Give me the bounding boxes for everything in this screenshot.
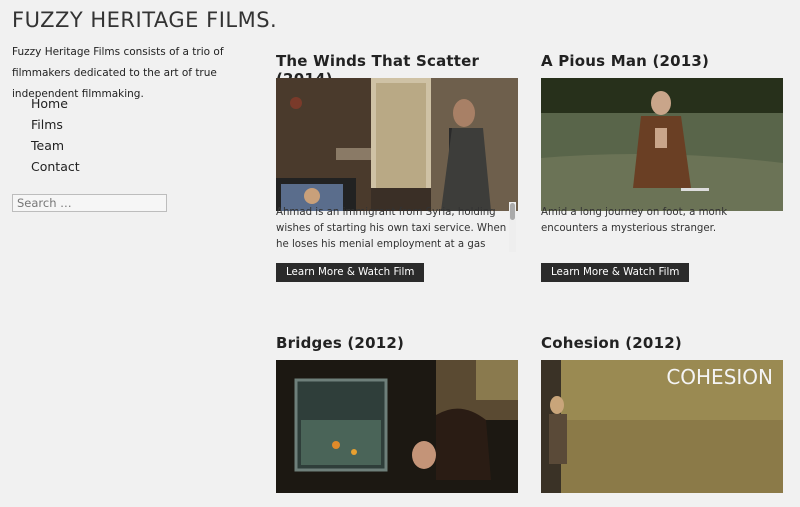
site-title[interactable]: FUZZY HERITAGE FILMS. <box>12 8 277 32</box>
film-description: Amid a long journey on foot, a monk enco… <box>541 207 728 234</box>
film-card-winds-that-scatter: The Winds That Scatter (2014) Ahmad is a… <box>276 52 518 282</box>
nav-item-team[interactable]: Team <box>31 135 80 156</box>
film-title[interactable]: Bridges (2012) <box>276 334 518 352</box>
learn-more-watch-button[interactable]: Learn More & Watch Film <box>276 263 425 282</box>
film-description: Ahmad is an immigrant from Syria, holdin… <box>276 207 507 250</box>
nav-item-home[interactable]: Home <box>31 93 80 114</box>
search-input[interactable] <box>12 194 167 212</box>
film-card-cohesion: Cohesion (2012) COHESION <box>541 334 783 493</box>
nav-item-films[interactable]: Films <box>31 114 80 135</box>
film-title[interactable]: Cohesion (2012) <box>541 334 783 352</box>
film-thumbnail[interactable] <box>276 360 518 493</box>
film-title[interactable]: A Pious Man (2013) <box>541 52 783 70</box>
film-thumbnail[interactable] <box>276 78 518 211</box>
film-thumbnail[interactable] <box>541 78 783 211</box>
film-card-bridges: Bridges (2012) <box>276 334 518 493</box>
thumbnail-caption: COHESION <box>666 365 773 389</box>
description-scrollbar[interactable] <box>509 202 516 252</box>
learn-more-watch-button[interactable]: Learn More & Watch Film <box>541 263 690 282</box>
film-thumbnail[interactable]: COHESION <box>541 360 783 493</box>
film-card-pious-man: A Pious Man (2013) Amid a long journey o… <box>541 52 783 282</box>
main-navigation: Home Films Team Contact <box>31 93 80 177</box>
nav-item-contact[interactable]: Contact <box>31 156 80 177</box>
